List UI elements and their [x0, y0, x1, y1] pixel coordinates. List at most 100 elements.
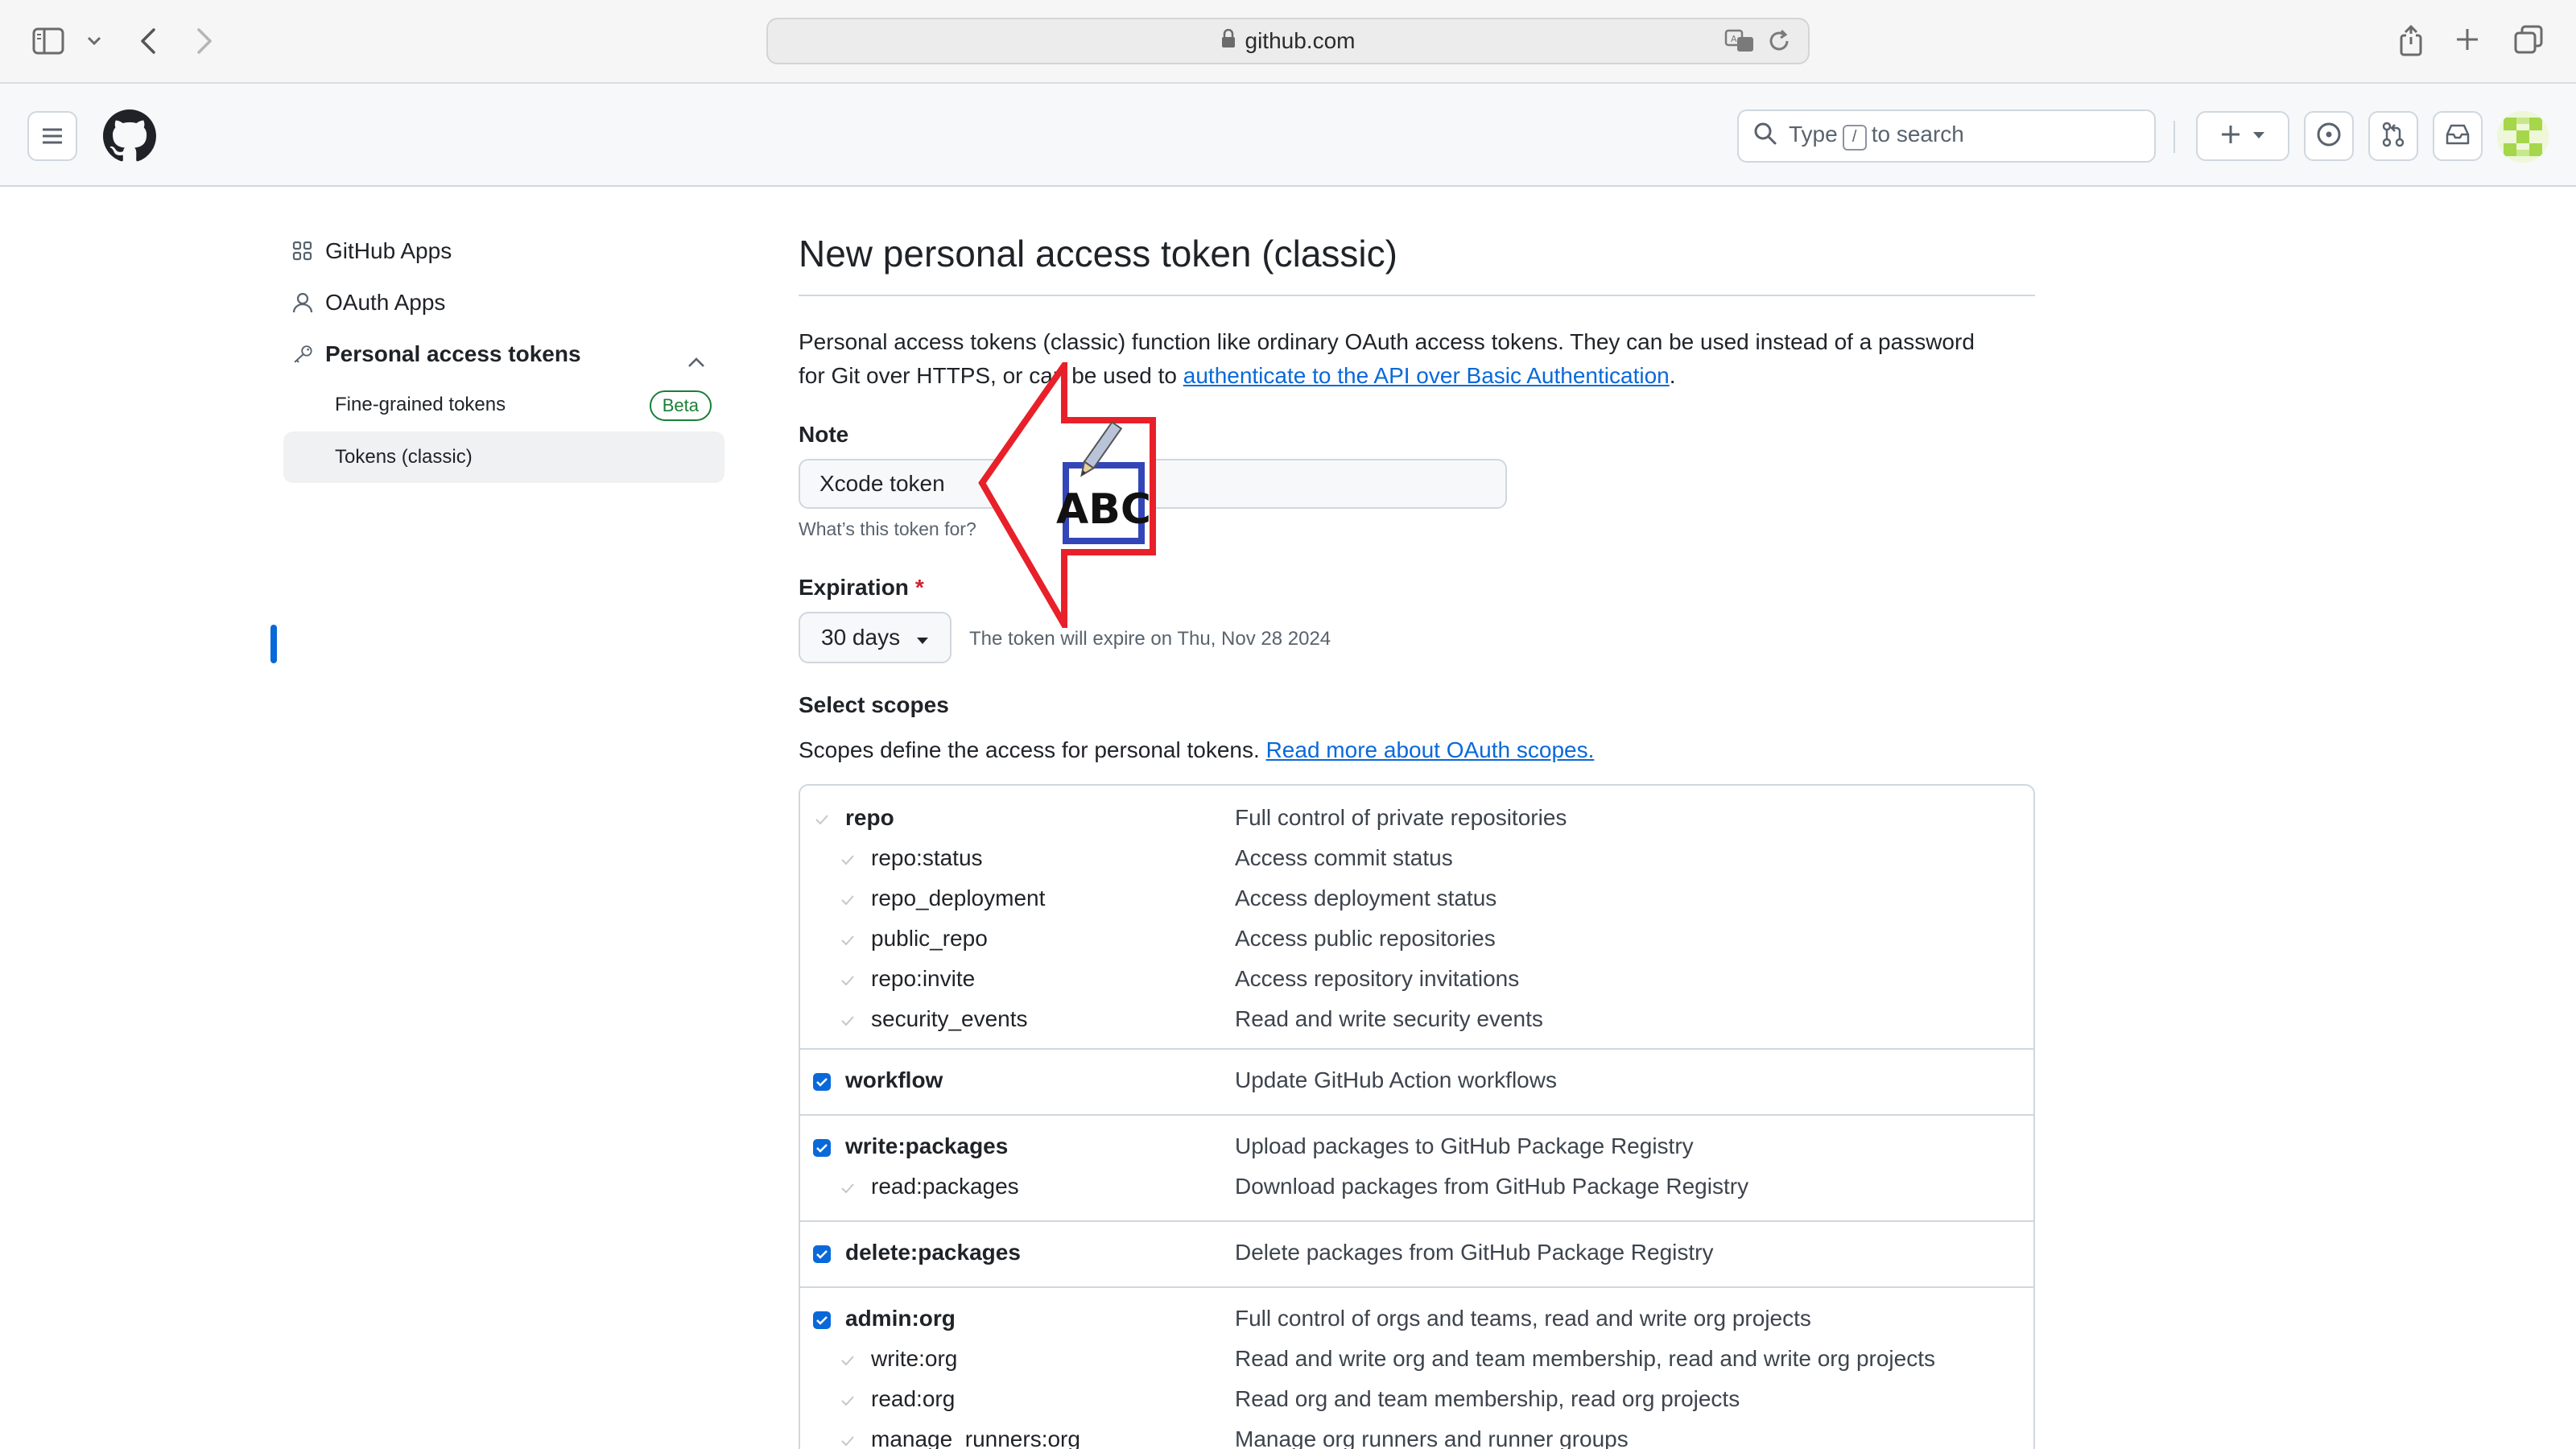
chevron-down-icon[interactable]	[84, 31, 105, 52]
scope-desc: Read and write security events	[1235, 1006, 1543, 1031]
hamburger-icon[interactable]	[27, 111, 77, 161]
scope-desc: Delete packages from GitHub Package Regi…	[1235, 1240, 1714, 1265]
note-input[interactable]	[799, 459, 1507, 509]
sidebar-item-label: Tokens (classic)	[335, 446, 473, 468]
scope-desc: Access repository invitations	[1235, 966, 1520, 991]
scope-group-repo: repo Full control of private repositorie…	[800, 786, 2033, 1050]
translate-icon[interactable]: A	[1724, 27, 1757, 59]
forward-icon[interactable]	[192, 24, 217, 58]
avatar[interactable]	[2497, 111, 2549, 163]
checkbox-admin-org[interactable]	[813, 1311, 831, 1329]
sidebar-item-oauth-apps[interactable]: OAuth Apps	[274, 279, 724, 327]
scope-name: read:org	[871, 1386, 956, 1411]
svg-text:A: A	[1731, 34, 1737, 44]
checkbox-repo-status[interactable]	[839, 851, 857, 869]
checkbox-workflow[interactable]	[813, 1073, 831, 1091]
inbox-button[interactable]	[2433, 111, 2483, 161]
note-hint: What’s this token for?	[799, 518, 976, 539]
scope-row: public_repo Access public repositories	[800, 919, 2033, 960]
browser-toolbar: github.com A	[0, 0, 2576, 84]
github-logo-icon[interactable]	[103, 109, 156, 163]
issue-icon	[2316, 122, 2342, 151]
checkbox-manage-runners-org[interactable]	[839, 1432, 857, 1449]
sidebar-item-tokens-classic[interactable]: Tokens (classic)	[283, 431, 724, 483]
scope-row: write:packages Upload packages to GitHub…	[800, 1127, 2033, 1167]
scope-name: write:packages	[845, 1133, 1009, 1158]
share-icon[interactable]	[2397, 23, 2425, 58]
search-input[interactable]: Type / to search	[1737, 109, 2156, 163]
scope-row: repo:status Access commit status	[800, 839, 2033, 879]
scope-desc: Access deployment status	[1235, 886, 1497, 910]
scope-name: delete:packages	[845, 1240, 1021, 1265]
oauth-scopes-link[interactable]: Read more about OAuth scopes.	[1266, 737, 1595, 762]
sidebar-item-personal-access-tokens[interactable]: Personal access tokens	[274, 330, 724, 378]
url-text: github.com	[1245, 28, 1356, 53]
scope-row: workflow Update GitHub Action workflows	[800, 1061, 2033, 1101]
checkbox-read-org[interactable]	[839, 1392, 857, 1410]
scope-group-delete-packages: delete:packages Delete packages from Git…	[800, 1222, 2033, 1288]
scope-desc: Full control of private repositories	[1235, 805, 1567, 830]
checkbox-public-repo[interactable]	[839, 931, 857, 949]
basic-auth-link[interactable]: authenticate to the API over Basic Authe…	[1183, 363, 1670, 388]
scope-name: read:packages	[871, 1174, 1019, 1199]
sidebar-item-fine-grained-tokens[interactable]: Fine-grained tokens Beta	[283, 379, 724, 431]
pull-requests-button[interactable]	[2368, 111, 2418, 161]
scope-desc: Manage org runners and runner groups	[1235, 1426, 1629, 1449]
scope-row: admin:org Full control of orgs and teams…	[800, 1299, 2033, 1340]
scope-desc: Access public repositories	[1235, 926, 1496, 951]
scope-name: admin:org	[845, 1306, 956, 1331]
active-item-marker	[270, 625, 277, 663]
scope-name: manage_runners:org	[871, 1426, 1080, 1449]
lock-icon	[1221, 28, 1236, 54]
scope-row: delete:packages Delete packages from Git…	[800, 1233, 2033, 1274]
new-tab-icon[interactable]	[2454, 26, 2481, 53]
scope-name: workflow	[845, 1067, 943, 1092]
sidebar-icon[interactable]	[31, 26, 66, 56]
scope-desc: Upload packages to GitHub Package Regist…	[1235, 1133, 1694, 1158]
checkbox-security-events[interactable]	[839, 1012, 857, 1030]
scope-row: read:packages Download packages from Git…	[800, 1167, 2033, 1208]
intro-text: Personal access tokens (classic) functio…	[799, 325, 2035, 393]
caret-down-icon	[916, 625, 929, 650]
address-bar[interactable]: github.com A	[766, 18, 1810, 64]
sidebar-item-label: Fine-grained tokens	[335, 394, 506, 415]
scope-name: repo_deployment	[871, 886, 1046, 910]
scope-group-workflow: workflow Update GitHub Action workflows	[800, 1050, 2033, 1116]
scope-row: security_events Read and write security …	[800, 1000, 2033, 1040]
pull-request-icon	[2381, 122, 2405, 151]
checkbox-repo-invite[interactable]	[839, 972, 857, 989]
expiration-select[interactable]: 30 days	[799, 612, 952, 663]
tab-overview-icon[interactable]	[2513, 24, 2544, 55]
issues-button[interactable]	[2304, 111, 2354, 161]
github-header: Type / to search	[0, 84, 2576, 187]
checkbox-write-org[interactable]	[839, 1352, 857, 1369]
checkbox-delete-packages[interactable]	[813, 1245, 831, 1263]
sidebar-item-github-apps[interactable]: GitHub Apps	[274, 227, 724, 275]
back-icon[interactable]	[135, 24, 161, 58]
expiration-note: The token will expire on Thu, Nov 28 202…	[969, 628, 1331, 650]
chevron-up-icon[interactable]	[687, 348, 705, 374]
checkbox-read-packages[interactable]	[839, 1179, 857, 1197]
search-shortcut-key: /	[1842, 124, 1867, 151]
scopes-label: Select scopes	[799, 692, 949, 717]
header-divider	[2174, 121, 2175, 153]
expiration-label: Expiration *	[799, 575, 924, 601]
checkbox-repo[interactable]	[813, 811, 831, 828]
intro-end: .	[1669, 363, 1676, 388]
person-icon	[274, 291, 314, 314]
chevron-down-icon	[2252, 129, 2265, 143]
intro-line-1: Personal access tokens (classic) functio…	[799, 329, 1975, 354]
search-icon	[1753, 122, 1777, 151]
scope-row: repo:invite Access repository invitation…	[800, 960, 2033, 1000]
checkbox-repo-deployment[interactable]	[839, 891, 857, 909]
plus-icon	[2220, 124, 2241, 149]
scope-desc: Read org and team membership, read org p…	[1235, 1386, 1740, 1411]
sidebar-item-label: GitHub Apps	[325, 238, 452, 263]
create-new-button[interactable]	[2196, 111, 2289, 161]
page-title: New personal access token (classic)	[799, 233, 1397, 275]
scopes-description: Scopes define the access for personal to…	[799, 737, 1594, 763]
reload-icon[interactable]	[1768, 27, 1792, 59]
sidebar-item-label: Personal access tokens	[325, 341, 581, 366]
checkbox-write-packages[interactable]	[813, 1139, 831, 1157]
scope-group-packages: write:packages Upload packages to GitHub…	[800, 1116, 2033, 1222]
